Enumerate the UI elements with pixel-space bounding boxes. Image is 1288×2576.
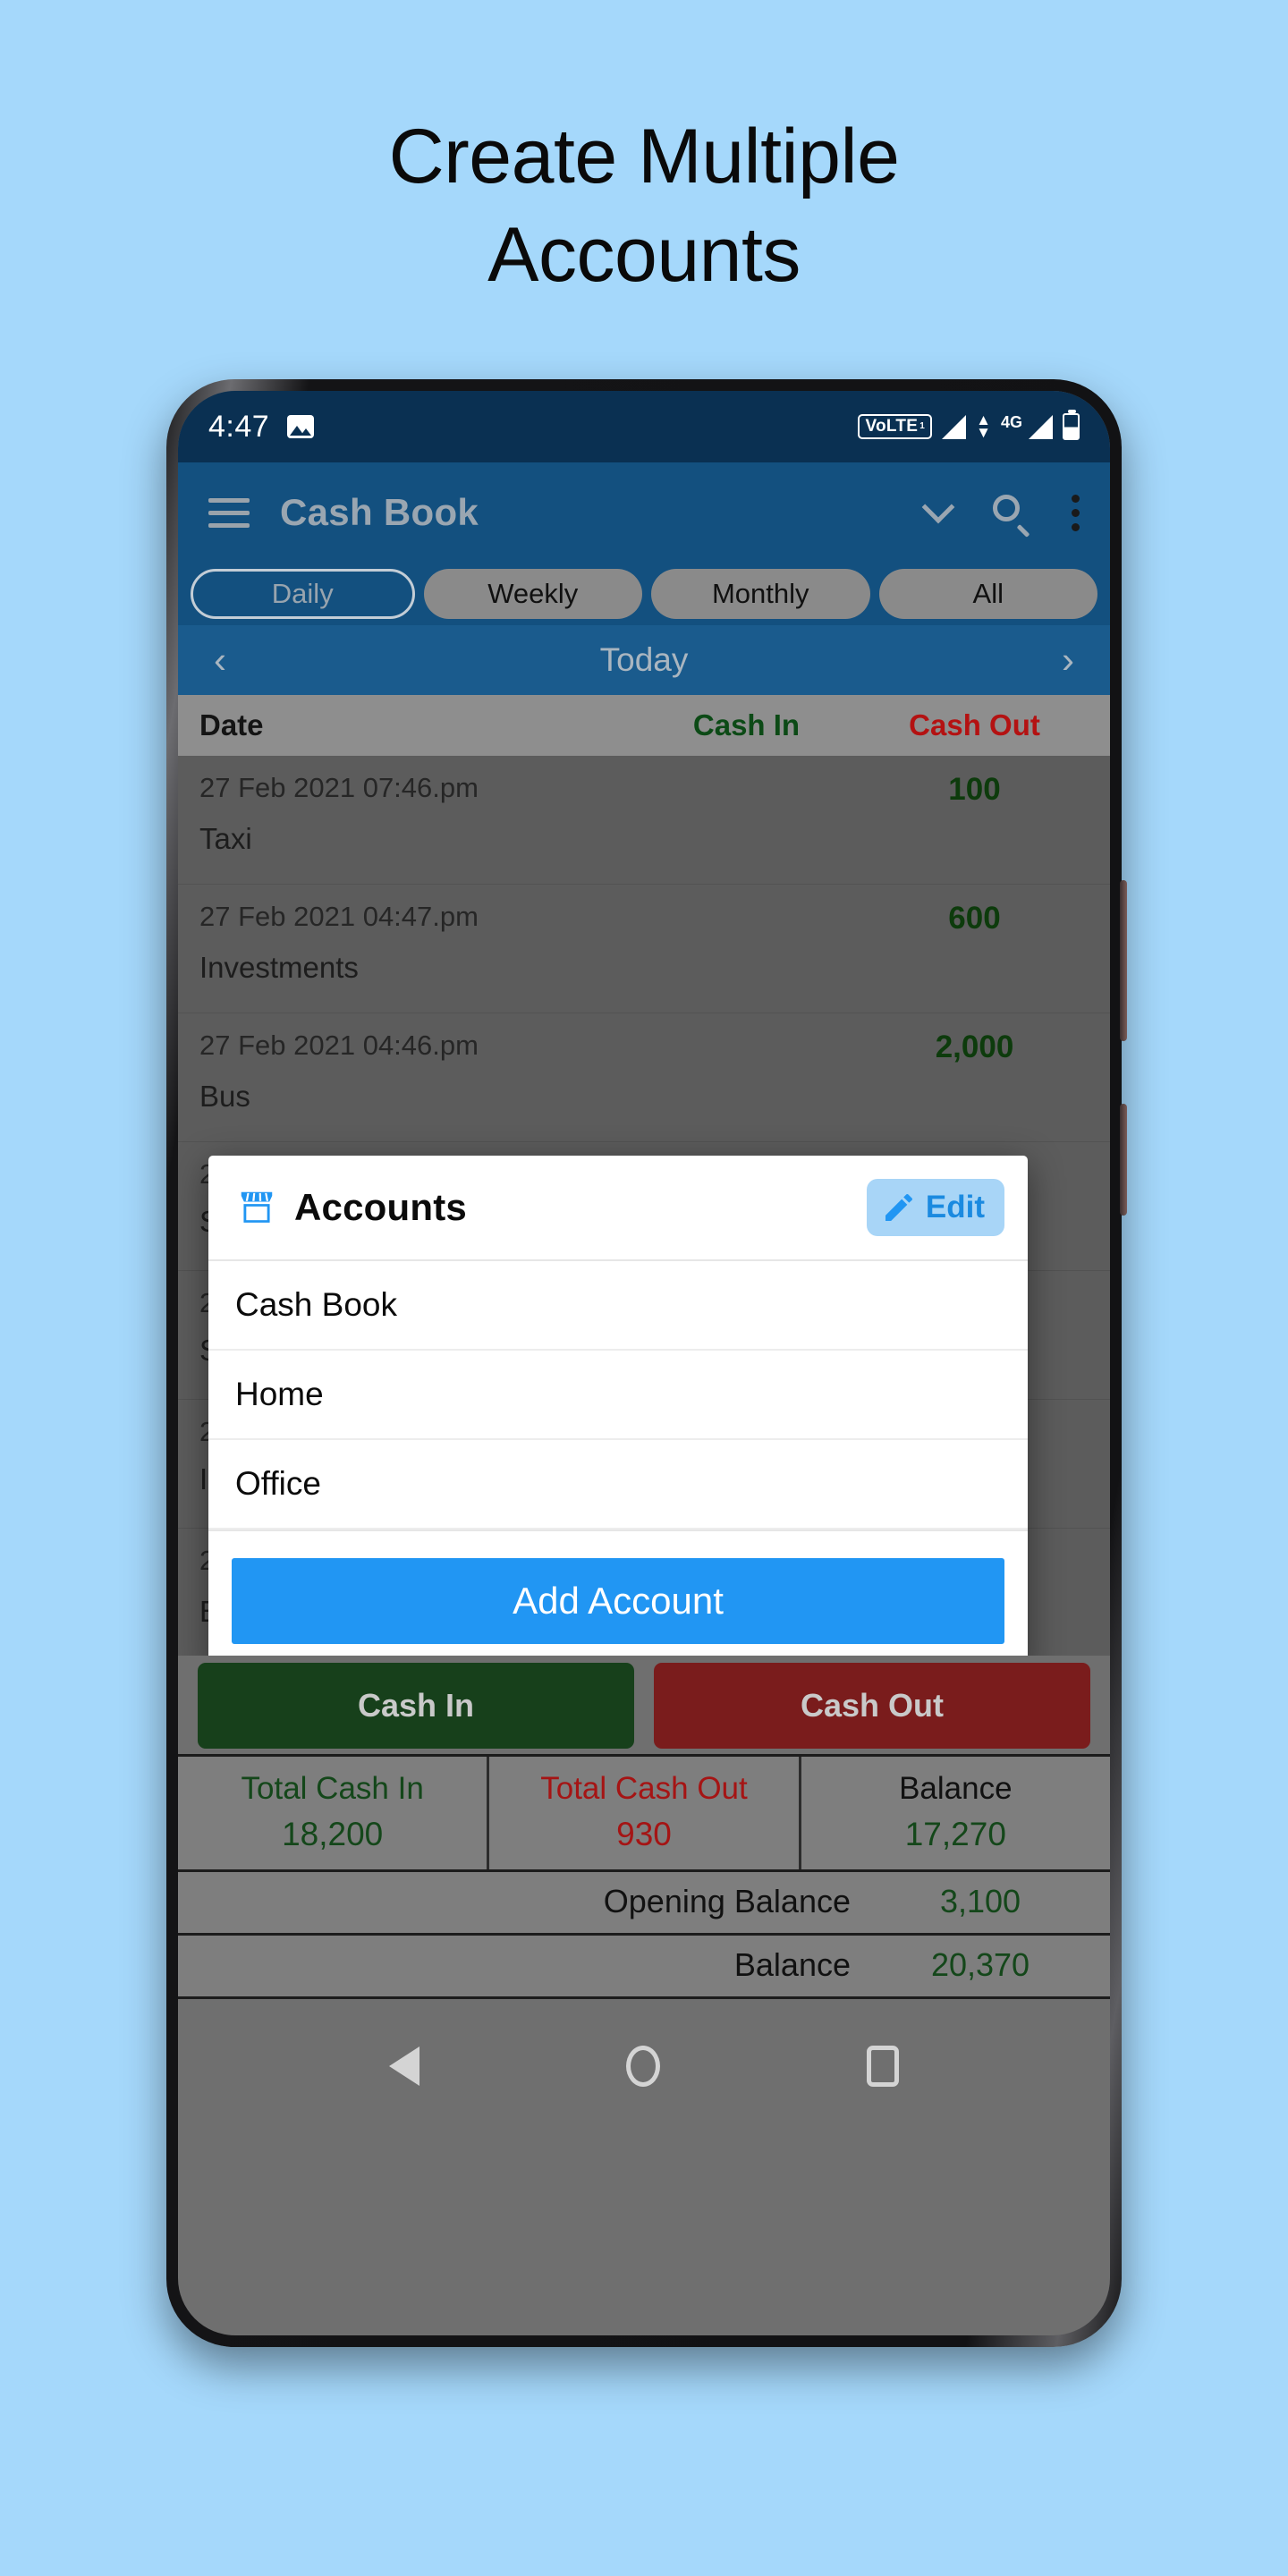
recents-square-icon[interactable]	[867, 2046, 900, 2087]
signal-bars-icon	[942, 414, 967, 439]
battery-icon	[1063, 410, 1080, 440]
account-item-cash-book[interactable]: Cash Book	[208, 1261, 1028, 1351]
toolbar-actions	[921, 490, 1080, 538]
hamburger-menu-icon[interactable]	[208, 497, 250, 528]
chevron-right-icon[interactable]: ›	[1062, 641, 1074, 679]
back-triangle-icon[interactable]	[388, 2046, 419, 2086]
date-nav-label: Today	[599, 641, 689, 678]
network-type-label: 4G	[1000, 413, 1022, 431]
opening-balance-value: 3,100	[939, 1883, 1021, 1919]
page-title: Create Multiple Accounts	[0, 107, 1288, 304]
chevron-left-icon[interactable]: ‹	[214, 641, 226, 679]
dialog-header: Accounts Edit	[208, 1156, 1028, 1261]
phone-screen: 4:47 VoLTE 1 ▲ ▼ 4G Cash Book Daily Week…	[178, 391, 1110, 2335]
volte-sim-number: 1	[919, 421, 926, 431]
status-bar-right: VoLTE 1 ▲ ▼ 4G	[858, 410, 1080, 441]
edit-button-label: Edit	[925, 1190, 985, 1224]
chevron-down-icon[interactable]	[921, 490, 955, 524]
final-balance-label: Balance	[733, 1946, 851, 1983]
tab-all[interactable]: All	[878, 569, 1097, 619]
image-icon	[287, 415, 315, 438]
search-icon[interactable]	[993, 495, 1030, 538]
cash-out-button[interactable]: Cash Out	[654, 1663, 1090, 1749]
column-header-cash-out: Cash Out	[909, 708, 1040, 741]
date-navigator: ‹ Today ›	[178, 625, 1110, 695]
total-cash-out-cell: Total Cash Out 930	[487, 1757, 798, 1869]
status-bar-left: 4:47	[208, 409, 315, 445]
opening-balance-label: Opening Balance	[603, 1883, 851, 1919]
totals-summary: Total Cash In 18,200 Total Cash Out 930 …	[178, 1754, 1110, 1872]
dialog-title: Accounts	[294, 1186, 467, 1228]
dialog-footer: Add Account	[208, 1530, 1028, 1656]
tab-weekly[interactable]: Weekly	[423, 569, 642, 619]
cash-in-button[interactable]: Cash In	[198, 1663, 634, 1749]
headline-line-1: Create Multiple	[388, 114, 900, 199]
phone-frame: 4:47 VoLTE 1 ▲ ▼ 4G Cash Book Daily Week…	[166, 379, 1127, 2347]
total-cash-in-value: 18,200	[282, 1816, 384, 1852]
action-button-bar: Cash In Cash Out	[178, 1656, 1110, 1754]
toolbar-title: Cash Book	[280, 491, 479, 533]
status-time: 4:47	[208, 409, 270, 444]
total-cash-in-cell: Total Cash In 18,200	[178, 1757, 487, 1869]
opening-balance-row: Opening Balance 3,100	[178, 1872, 1110, 1936]
store-icon	[235, 1187, 278, 1228]
table-column-headers: Date Cash In Cash Out	[178, 695, 1110, 756]
column-header-date: Date	[199, 708, 264, 741]
add-account-button[interactable]: Add Account	[232, 1558, 1004, 1644]
status-bar: 4:47 VoLTE 1 ▲ ▼ 4G	[178, 391, 1110, 462]
promo-screenshot: Create Multiple Accounts 4:47 VoLTE 1 ▲ ▼ …	[0, 0, 1288, 2576]
balance-cell: Balance 17,270	[798, 1757, 1110, 1869]
volume-button[interactable]	[1120, 880, 1127, 1041]
headline-line-2: Accounts	[487, 212, 801, 299]
signal-bars-icon-2	[1029, 414, 1053, 439]
tab-daily[interactable]: Daily	[191, 569, 415, 619]
edit-button[interactable]: Edit	[866, 1179, 1004, 1236]
total-cash-in-label: Total Cash In	[241, 1771, 424, 1806]
transaction-list[interactable]: 27 Feb 2021 07:46.pm 100 Taxi 27 Feb 2021…	[178, 756, 1110, 1656]
final-balance-value: 20,370	[930, 1946, 1030, 1983]
power-button[interactable]	[1120, 1104, 1127, 1216]
app-toolbar: Cash Book	[178, 462, 1110, 563]
period-tabs: Daily Weekly Monthly All	[178, 563, 1110, 625]
balance-value: 17,270	[904, 1816, 1006, 1852]
tab-monthly[interactable]: Monthly	[651, 569, 870, 619]
account-item-home[interactable]: Home	[208, 1351, 1028, 1440]
home-circle-icon[interactable]	[625, 2046, 660, 2087]
data-transfer-icon: ▲ ▼	[976, 411, 991, 441]
volte-icon: VoLTE 1	[858, 414, 933, 439]
account-item-office[interactable]: Office	[208, 1440, 1028, 1530]
more-vertical-icon[interactable]	[1072, 494, 1080, 531]
final-balance-row: Balance 20,370	[178, 1936, 1110, 1999]
total-cash-out-label: Total Cash Out	[540, 1771, 748, 1806]
total-cash-out-value: 930	[616, 1816, 672, 1852]
column-header-cash-in: Cash In	[692, 708, 801, 741]
pencil-icon	[885, 1194, 912, 1221]
accounts-dialog: Accounts Edit Cash Book Home Office Add …	[208, 1156, 1028, 1656]
balance-label: Balance	[899, 1771, 1013, 1806]
android-nav-bar	[178, 1999, 1110, 2133]
